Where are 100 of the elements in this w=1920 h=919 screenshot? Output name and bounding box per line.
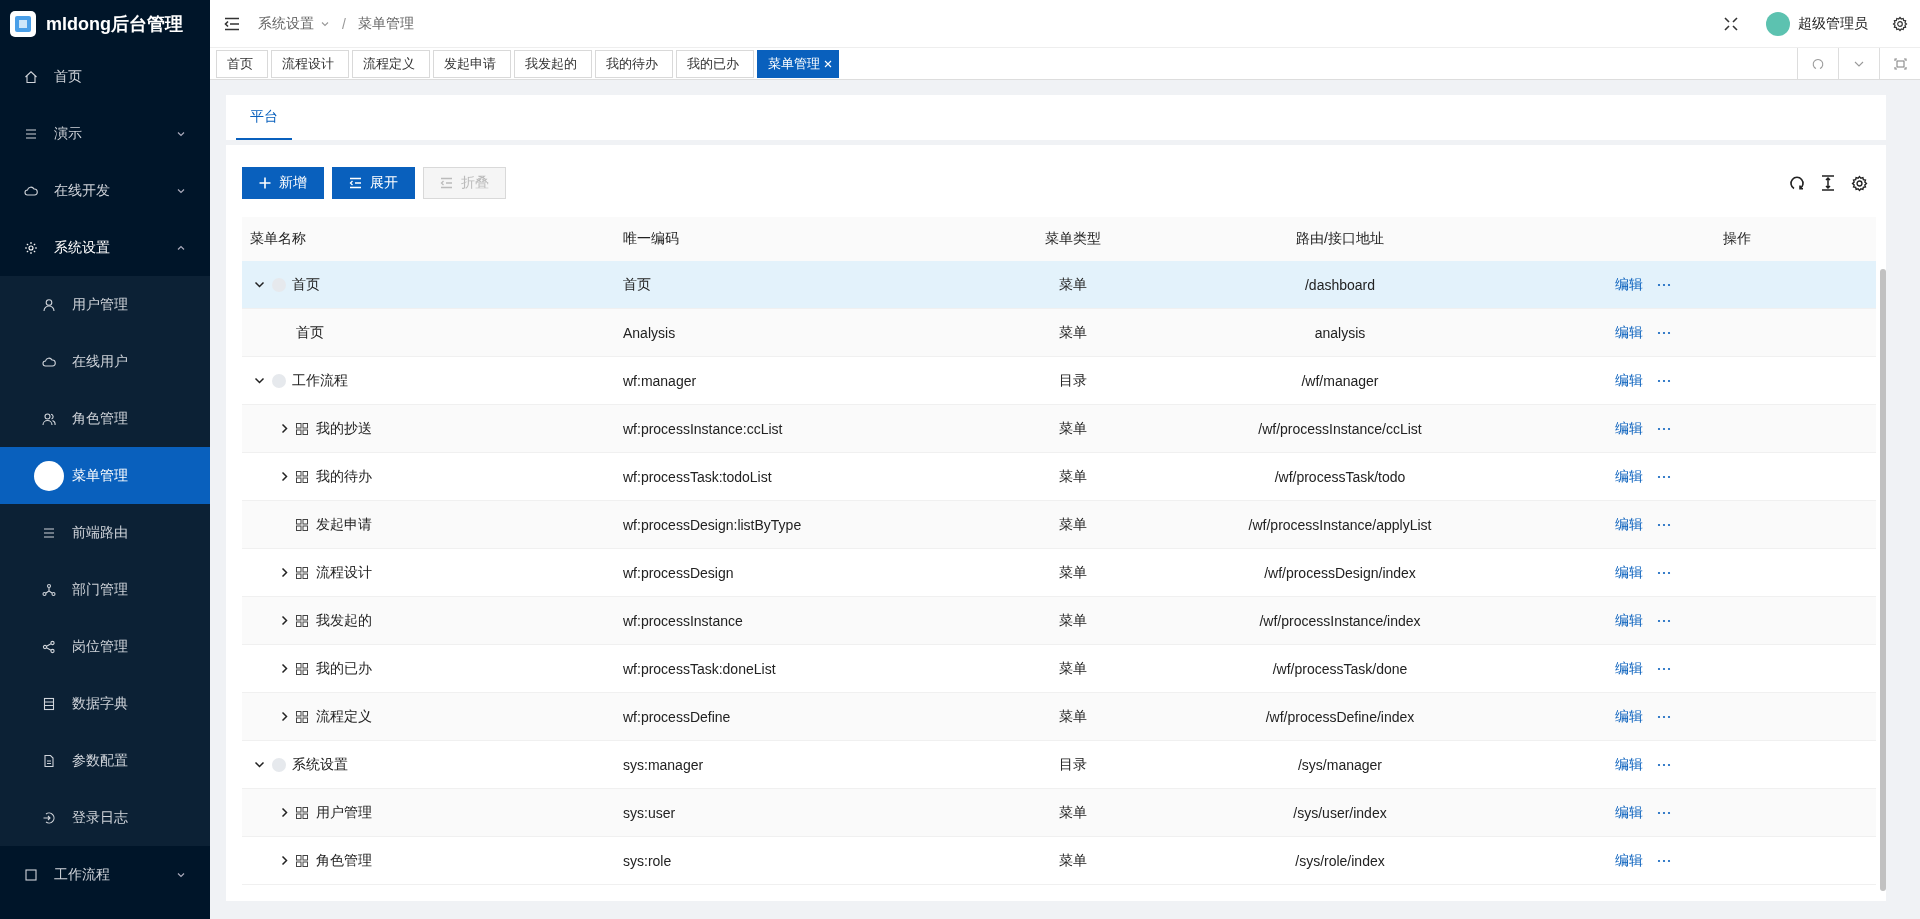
table-cell: wf:processDesign:listByType bbox=[623, 516, 802, 533]
edit-link[interactable]: 编辑 bbox=[1615, 371, 1643, 390]
sidebar-item[interactable]: 演示 bbox=[0, 105, 210, 162]
app-title: mldong后台管理 bbox=[46, 13, 183, 36]
table-cell: 工作流程 bbox=[292, 371, 348, 390]
edit-link[interactable]: 编辑 bbox=[1615, 755, 1643, 774]
more-icon[interactable] bbox=[1657, 714, 1671, 719]
breadcrumb-item[interactable]: 系统设置 bbox=[258, 14, 314, 33]
more-icon[interactable] bbox=[1657, 522, 1671, 527]
edit-link[interactable]: 编辑 bbox=[1615, 659, 1643, 678]
more-icon[interactable] bbox=[1657, 810, 1671, 815]
sidebar-item[interactable]: 在线用户 bbox=[0, 333, 210, 390]
page-tab[interactable]: 发起申请 bbox=[433, 50, 511, 78]
sidebar-item[interactable]: 菜单管理 bbox=[0, 447, 210, 504]
chevron-icon[interactable] bbox=[279, 807, 290, 818]
refresh-icon[interactable] bbox=[1789, 175, 1805, 191]
table-row[interactable]: 流程定义 wf:processDefine 菜单 /wf/processDefine/index 编辑 bbox=[242, 693, 1876, 741]
chevron-icon[interactable] bbox=[279, 423, 290, 434]
chevron-icon[interactable] bbox=[279, 615, 290, 626]
expand-button[interactable]: 展开 bbox=[332, 167, 415, 199]
maximize-icon bbox=[1893, 57, 1907, 70]
platform-tab[interactable]: 平台 bbox=[236, 95, 292, 140]
sidebar-item[interactable]: 首页 bbox=[0, 48, 210, 105]
table-cell: sys:manager bbox=[623, 756, 704, 773]
table-cell: 用户管理 bbox=[316, 803, 372, 822]
page-tab[interactable]: 流程定义 bbox=[352, 50, 430, 78]
more-icon[interactable] bbox=[1657, 570, 1671, 575]
chevron-icon[interactable] bbox=[279, 711, 290, 722]
more-icon[interactable] bbox=[1657, 762, 1671, 767]
table-row[interactable]: 首页 首页 菜单 /dashboard 编辑 bbox=[242, 261, 1876, 309]
home-icon bbox=[24, 69, 38, 84]
table-cell: 菜单 bbox=[1058, 419, 1087, 438]
table-row[interactable]: 发起申请 wf:processDesign:listByType 菜单 /wf/processInstance/applyList 编辑 bbox=[242, 501, 1876, 549]
more-icon[interactable] bbox=[1657, 282, 1671, 287]
sidebar-item[interactable]: 前端路由 bbox=[0, 504, 210, 561]
column-header: 操作 bbox=[1721, 230, 1752, 248]
chevron-icon[interactable] bbox=[254, 375, 265, 386]
edit-link[interactable]: 编辑 bbox=[1615, 611, 1643, 630]
row-height-icon[interactable] bbox=[1821, 175, 1835, 191]
more-icon[interactable] bbox=[1657, 474, 1671, 479]
settings-icon[interactable] bbox=[1892, 15, 1908, 32]
more-icon[interactable] bbox=[1657, 426, 1671, 431]
sidebar-item[interactable]: 数据字典 bbox=[0, 675, 210, 732]
chevron-icon[interactable] bbox=[254, 279, 265, 290]
table-row[interactable]: 首页 Analysis 菜单 analysis 编辑 bbox=[242, 309, 1876, 357]
sidebar-item[interactable]: 系统设置 bbox=[0, 219, 210, 276]
settings-icon[interactable] bbox=[1851, 174, 1868, 192]
list-icon bbox=[42, 525, 56, 540]
close-icon[interactable] bbox=[824, 60, 832, 68]
sidebar-item[interactable]: 参数配置 bbox=[0, 732, 210, 789]
edit-link[interactable]: 编辑 bbox=[1615, 563, 1643, 582]
edit-link[interactable]: 编辑 bbox=[1615, 467, 1643, 486]
menu-fold-icon[interactable] bbox=[224, 16, 240, 31]
table-cell: 菜单 bbox=[1058, 563, 1087, 582]
more-icon[interactable] bbox=[1657, 858, 1671, 863]
table-row[interactable]: 角色管理 sys:role 菜单 /sys/role/index 编辑 bbox=[242, 837, 1876, 885]
edit-link[interactable]: 编辑 bbox=[1615, 851, 1643, 870]
more-icon[interactable] bbox=[1657, 330, 1671, 335]
sidebar-item[interactable]: 部门管理 bbox=[0, 561, 210, 618]
edit-link[interactable]: 编辑 bbox=[1615, 707, 1643, 726]
page-tab[interactable]: 菜单管理 bbox=[757, 50, 839, 78]
chevron-icon[interactable] bbox=[254, 759, 265, 770]
edit-link[interactable]: 编辑 bbox=[1615, 515, 1643, 534]
chevron-icon[interactable] bbox=[279, 663, 290, 674]
sidebar-item[interactable]: 工作流程 bbox=[0, 846, 210, 903]
sidebar-item[interactable]: 岗位管理 bbox=[0, 618, 210, 675]
sidebar-item[interactable]: 角色管理 bbox=[0, 390, 210, 447]
breadcrumb-item[interactable]: 菜单管理 bbox=[357, 14, 414, 33]
edit-link[interactable]: 编辑 bbox=[1615, 803, 1643, 822]
table-row[interactable]: 我发起的 wf:processInstance 菜单 /wf/processInstance/index 编辑 bbox=[242, 597, 1876, 645]
table-cell: 菜单 bbox=[1058, 707, 1087, 726]
table-row[interactable]: 用户管理 sys:user 菜单 /sys/user/index 编辑 bbox=[242, 789, 1876, 837]
user-icon bbox=[42, 297, 56, 312]
user-name[interactable]: 超级管理员 bbox=[1798, 14, 1868, 33]
column-header: 菜单名称 bbox=[249, 230, 307, 248]
more-icon[interactable] bbox=[1657, 618, 1671, 623]
table-cell: 首页 bbox=[623, 275, 651, 294]
scrollbar[interactable] bbox=[1880, 269, 1886, 891]
chevron-icon[interactable] bbox=[279, 471, 290, 482]
more-icon[interactable] bbox=[1657, 378, 1671, 383]
table-row[interactable]: 我的抄送 wf:processInstance:ccList 菜单 /wf/processInstance/ccList 编辑 bbox=[242, 405, 1876, 453]
fullscreen-icon[interactable] bbox=[1724, 16, 1738, 31]
table-cell: /wf/processDesign/index bbox=[1264, 564, 1416, 581]
sidebar-item[interactable]: 用户管理 bbox=[0, 276, 210, 333]
sidebar-item[interactable]: 登录日志 bbox=[0, 789, 210, 846]
page-tab[interactable]: 我的已办 bbox=[676, 50, 754, 78]
sidebar-item[interactable]: 在线开发 bbox=[0, 162, 210, 219]
table-cell: 菜单 bbox=[1058, 803, 1087, 822]
page-tab[interactable]: 首页 bbox=[216, 50, 268, 78]
page-tab[interactable]: 我的待办 bbox=[595, 50, 673, 78]
page-tab[interactable]: 流程设计 bbox=[271, 50, 349, 78]
add-button[interactable]: 新增 bbox=[242, 167, 324, 199]
edit-link[interactable]: 编辑 bbox=[1615, 275, 1643, 294]
edit-link[interactable]: 编辑 bbox=[1615, 419, 1643, 438]
chevron-icon[interactable] bbox=[279, 567, 290, 578]
edit-link[interactable]: 编辑 bbox=[1615, 323, 1643, 342]
list-icon bbox=[24, 126, 38, 141]
page-tab[interactable]: 我发起的 bbox=[514, 50, 592, 78]
chevron-icon[interactable] bbox=[279, 855, 290, 866]
more-icon[interactable] bbox=[1657, 666, 1671, 671]
